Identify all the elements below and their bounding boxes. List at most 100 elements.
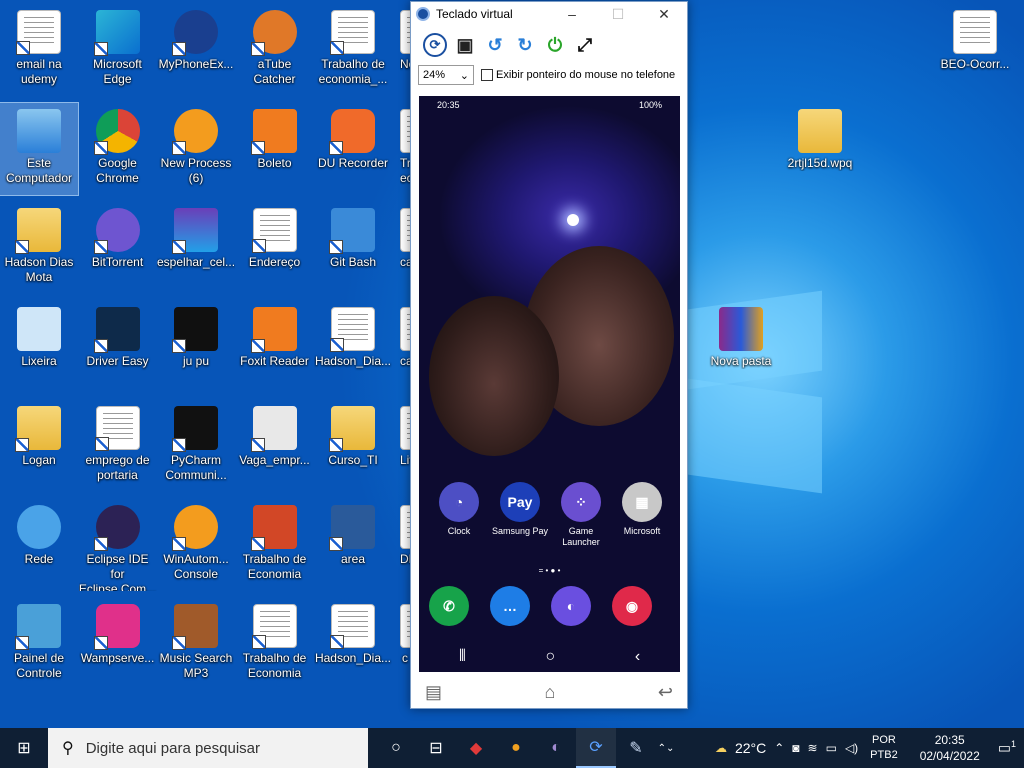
virtual-keyboard-window[interactable]: Teclado virtual – ☐ ✕ ⟳ ▣ ↺ ↻ ⏻ ⤢ 24% ⌄ E… [410,1,688,709]
winautomation-taskbar-icon[interactable]: ● [496,728,536,768]
volume-icon[interactable]: ◁) [841,741,862,755]
desktop-icon[interactable]: Logan [0,400,78,492]
desktop-icon[interactable]: espelhar_cel... [157,202,235,294]
messages-app-icon: … [490,586,530,626]
desktop-icon[interactable]: DB [400,499,410,591]
dock-app[interactable]: … [490,586,550,626]
desktop-icon[interactable]: Git Bash [314,202,392,294]
desktop-icon[interactable]: Livr [400,400,410,492]
fullscreen-icon[interactable]: ⤢ [573,33,597,57]
desktop-icon[interactable]: MyPhoneEx... [157,4,235,96]
notification-icon[interactable]: ▭1 [994,739,1024,757]
desktop-icon[interactable]: Trabalho de Economia [236,598,314,690]
desktop-icon[interactable]: PyCharm Communi... [157,400,235,492]
desktop-icon[interactable]: ju pu [157,301,235,393]
dock-app[interactable]: ◐ [551,586,611,626]
desktop-icon[interactable]: Eclipse IDE for Eclipse Com... [79,499,157,591]
rotate-right-icon[interactable]: ↻ [513,33,537,57]
search-box[interactable]: ⚲ Digite aqui para pesquisar [48,728,368,768]
language-indicator[interactable]: POR PTB2 [862,733,906,763]
anydesk-taskbar-icon[interactable]: ◆ [456,728,496,768]
rotate-left-icon[interactable]: ↺ [483,33,507,57]
desktop-icon[interactable]: email na udemy [0,4,78,96]
git-icon [329,208,375,254]
desktop-icon[interactable]: Wampserve... [79,598,157,690]
desktop-icon[interactable]: Hadson_Dia... [314,301,392,393]
desktop-icon[interactable]: area [314,499,392,591]
desktop-icon-label: Painel de Controle [13,651,65,680]
refresh-icon[interactable]: ⟳ [423,33,447,57]
desktop-icon-label: New Process (6) [160,156,232,185]
desktop-icon[interactable]: Endereço [236,202,314,294]
dock-app[interactable]: ◉ [612,586,672,626]
display-icon[interactable]: ▭ [822,741,841,755]
desktop-icon[interactable]: aTube Catcher [236,4,314,96]
desktop-icon-label: Trabalho de economia_... [318,57,388,86]
weather-temp[interactable]: 22°C [731,740,770,756]
desktop-icon[interactable]: Microsoft Edge [79,4,157,96]
wifi-icon[interactable]: ≋ [804,741,822,755]
power-icon[interactable]: ⏻ [543,33,567,57]
desktop-icon[interactable]: Lixeira [0,301,78,393]
desktop-icon[interactable]: Google Chrome [79,103,157,195]
phone-app[interactable]: ◔ Clock [429,482,489,537]
show-pointer-checkbox[interactable]: Exibir ponteiro do mouse no telefone [481,69,675,82]
desktop-icon[interactable]: Hadson_Dia... [314,598,392,690]
desktop-icon[interactable]: Trabalho de Economia [236,499,314,591]
desktop-icon[interactable]: 2rtjl15d.wpq [780,103,860,171]
desktop-icon[interactable]: Boleto [236,103,314,195]
minimize-button[interactable]: – [549,6,595,23]
desktop-icon[interactable]: New Process (6) [157,103,235,195]
desktop-icon[interactable]: Foxit Reader [236,301,314,393]
phone-app[interactable]: ▦ Microsoft [612,482,672,537]
start-button[interactable]: ⊞ [0,728,48,768]
desktop-icon[interactable]: Ne [400,4,410,96]
desktop-icon[interactable]: Vaga_empr... [236,400,314,492]
paint-taskbar-icon[interactable]: ✎ [616,728,656,768]
webcam-icon[interactable]: ◙ [788,741,803,755]
desktop-icon[interactable]: Nova pasta [701,301,781,369]
desktop-icon[interactable]: BEO-Ocorr... [935,4,1015,72]
taskbar-scroll[interactable]: ⌃⌄ [656,728,676,768]
clock[interactable]: 20:35 02/04/2022 [906,732,994,764]
save-icon[interactable]: ▣ [453,33,477,57]
phone-screen[interactable]: 20:35 100% ◔ Clock Pay Samsung Pay ⁘ Game Lau… [419,96,680,672]
menu-icon[interactable]: ▤ [425,682,442,703]
zoom-select[interactable]: 24% ⌄ [418,65,474,85]
desktop-icon[interactable]: c [400,598,410,690]
back-icon[interactable]: ‹ [635,648,640,666]
title-bar[interactable]: Teclado virtual – ☐ ✕ [411,2,687,26]
desktop-icon[interactable]: cap [400,301,410,393]
home-icon[interactable]: ⌂ [545,682,556,703]
eclipse-taskbar-icon[interactable]: ◐ [536,728,576,768]
desktop-icon[interactable]: Driver Easy [79,301,157,393]
desktop-icon[interactable]: DU Recorder [314,103,392,195]
phone-app[interactable]: ⁘ Game Launcher [551,482,611,548]
back-icon[interactable]: ↩ [658,682,673,703]
desktop-icon[interactable]: Curso_TI [314,400,392,492]
task-view-button[interactable]: ○ [376,728,416,768]
bittorrent-icon [93,208,140,254]
close-button[interactable]: ✕ [641,6,687,23]
desktop-icon[interactable]: cap [400,202,410,294]
chevron-up-icon[interactable]: ⌃ [770,741,788,755]
desktop-icon-label: PyCharm Communi... [165,453,227,482]
maximize-button[interactable]: ☐ [595,6,641,23]
desktop-icon[interactable]: Rede [0,499,78,591]
desktop-icon[interactable]: Painel de Controle [0,598,78,690]
phone-app[interactable]: Pay Samsung Pay [490,482,550,537]
desktop-icon[interactable]: Trabalho de economia_... [314,4,392,96]
desktop-icon[interactable]: Hadson Dias Mota [0,202,78,294]
desktop-icon[interactable]: Tra ec [400,103,410,195]
document-icon [16,10,61,55]
desktop-icon[interactable]: Este Computador [0,102,79,196]
desktop-icon[interactable]: WinAutom... Console [157,499,235,591]
desktop-icon[interactable]: emprego de portaria [79,400,157,492]
recents-icon[interactable]: ⦀ [459,648,466,666]
myphoneexplorer-taskbar-icon[interactable]: ⟳ [576,728,616,768]
desktop-icon[interactable]: BitTorrent [79,202,157,294]
dock-app[interactable]: ✆ [429,586,489,626]
desktop-icon[interactable]: Music Search MP3 [157,598,235,690]
timeline-button[interactable]: ⊟ [416,728,456,768]
home-icon[interactable]: ○ [546,648,556,666]
